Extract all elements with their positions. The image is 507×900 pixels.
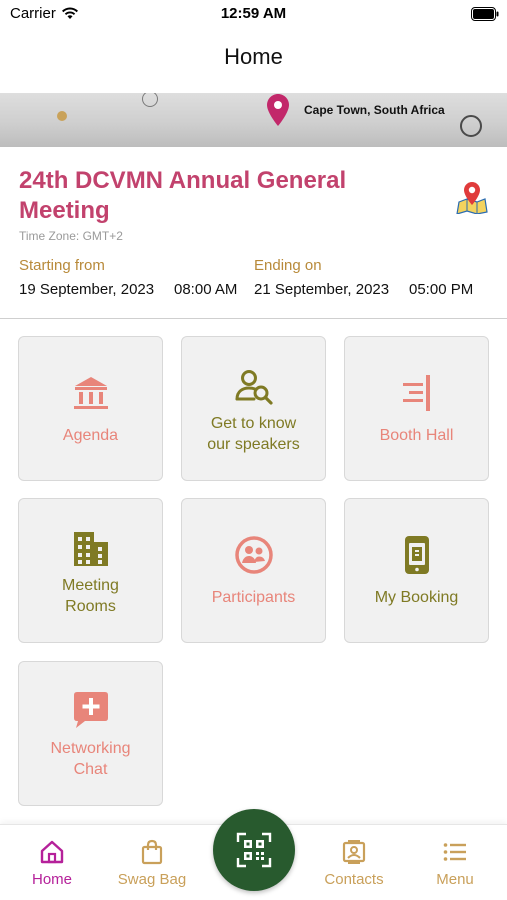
status-bar: Carrier 12:59 AM [0,0,507,30]
event-title: 24th DCVMN Annual General Meeting [19,167,347,224]
chat-plus-icon [73,692,108,728]
section-divider [0,318,507,319]
start-date: 19 September, 2023 [19,281,155,298]
location-pin-icon [267,94,289,126]
tile-label: Booth Hall [379,427,454,444]
menu-icon [443,843,466,861]
contacts-icon [342,840,366,864]
user-search-icon [235,370,273,405]
page-title: Home [224,44,283,69]
booking-icon [404,536,429,574]
tile-label: Networking [50,740,131,757]
tile-agenda[interactable]: Agenda [18,336,163,481]
tab-label: Swag Bag [117,871,187,888]
tile-booth-hall[interactable]: Booth Hall [344,336,489,481]
location-banner: Cape Town, South Africa [0,93,507,147]
banner-location-text: Cape Town, South Africa [304,103,445,117]
end-date: 21 September, 2023 [254,281,390,298]
tab-menu[interactable]: Menu [410,825,500,900]
tile-label: Agenda [62,427,119,444]
booth-icon [402,375,430,411]
participants-icon [234,536,273,574]
tile-label: Rooms [65,598,116,615]
tile-label: My Booking [374,589,459,606]
tile-label: Participants [211,589,296,606]
home-icon [40,840,64,864]
battery-icon [471,7,499,21]
qr-scan-button[interactable] [213,809,295,891]
tab-label: Menu [436,871,474,888]
tile-speakers[interactable]: Get to know our speakers [181,336,326,481]
end-time: 05:00 PM [409,281,474,298]
start-time: 08:00 AM [174,281,238,298]
shopping-bag-icon [141,839,163,865]
qr-code-icon [236,832,272,868]
bank-icon [73,377,108,409]
tile-meeting-rooms[interactable]: Meeting Rooms [18,498,163,643]
tab-label: Contacts [324,871,384,888]
tile-label: Get to know [210,415,297,432]
building-icon [73,532,108,566]
banner-decoration [142,93,158,107]
tile-label: our speakers [207,436,300,453]
tile-networking-chat[interactable]: Networking Chat [18,661,163,806]
timezone-label: Time Zone: GMT+2 [19,229,123,243]
tile-participants[interactable]: Participants [181,498,326,643]
tile-my-booking[interactable]: My Booking [344,498,489,643]
tile-label: Meeting [62,577,119,594]
banner-decoration [460,115,482,137]
status-time: 12:59 AM [220,5,287,22]
tile-label: Chat [73,761,108,778]
tab-home[interactable]: Home [7,825,97,900]
tab-label: Home [31,871,72,888]
map-location-icon[interactable] [456,180,488,214]
start-label: Starting from [19,257,105,274]
tab-swag-bag[interactable]: Swag Bag [107,825,197,900]
tab-contacts[interactable]: Contacts [309,825,399,900]
end-label: Ending on [254,257,322,274]
banner-decoration [57,111,67,121]
